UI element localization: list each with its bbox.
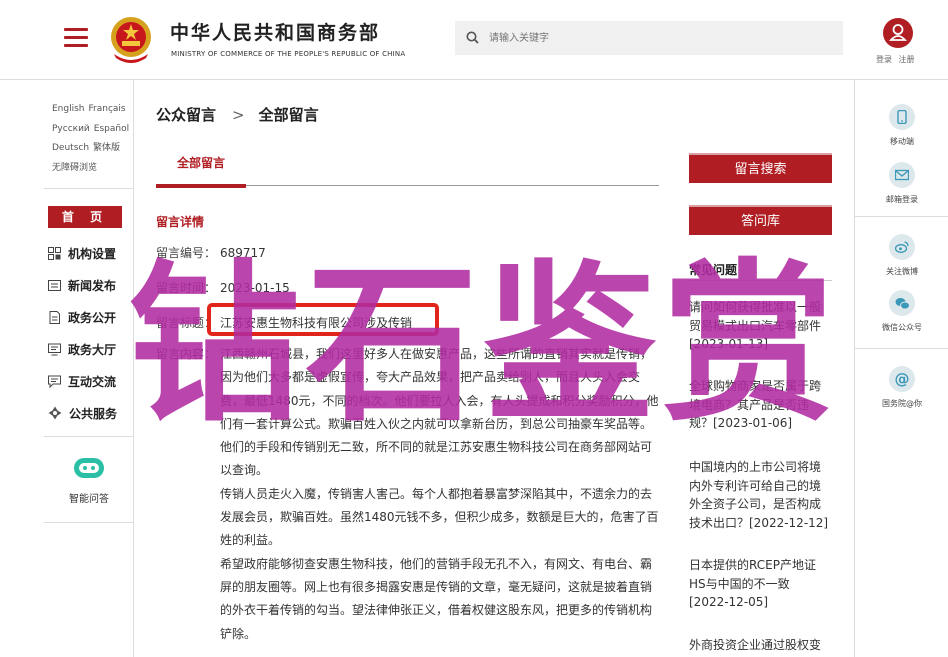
language-list: English Français Русский Español Deutsch 繁体… (52, 100, 134, 178)
site-header: 中华人民共和国商务部 MINISTRY OF COMMERCE OF THE P… (0, 0, 948, 80)
sidebar-item-label: 互动交流 (68, 374, 117, 389)
field-value: 689717 (220, 246, 266, 260)
faq-item[interactable]: 请问如何获得批准以一般贸易模式出口汽车零部件 [2023-01-13] (689, 298, 829, 354)
faq-library-button[interactable]: 答问库 (689, 205, 832, 235)
field-label: 留言标题： (156, 316, 217, 330)
rail-label: 微信公众号 (882, 323, 922, 332)
tab-all-messages[interactable]: 全部留言 (156, 150, 246, 188)
faq-item[interactable]: 外商投资企业通过股权变 (689, 636, 829, 655)
chat-icon (48, 375, 61, 388)
tab-bar: 全部留言 (156, 150, 659, 188)
sidebar-item-service[interactable]: 公共服务 (48, 397, 134, 429)
mail-icon (889, 162, 915, 188)
monitor-icon (48, 343, 61, 355)
mobile-icon (889, 104, 915, 130)
sidebar-item-hall[interactable]: 政务大厅 (48, 333, 134, 365)
home-button[interactable]: 首 页 (48, 206, 122, 228)
sidebar-item-label: 政务大厅 (68, 342, 117, 357)
login-link[interactable]: 登录 (876, 55, 892, 64)
lang-english[interactable]: English (52, 100, 85, 120)
register-link[interactable]: 注册 (899, 55, 915, 64)
sidebar-item-label: 政务公开 (68, 310, 117, 325)
sidebar-nav: 机构设置 新闻发布 政务公开 政务大厅 互动交流 公共服务 (48, 237, 134, 429)
accessibility-link[interactable]: 无障碍浏览 (52, 159, 97, 179)
sidebar-item-news[interactable]: 新闻发布 (48, 269, 134, 301)
search-icon[interactable] (466, 31, 479, 44)
rail-ask[interactable]: @ 国务院@你 (855, 366, 948, 409)
assistant-label[interactable]: 智能问答 (44, 490, 134, 505)
rail-label: 移动端 (890, 137, 914, 146)
search-input[interactable] (489, 21, 829, 55)
sidebar-item-label: 新闻发布 (68, 278, 117, 293)
field-value: 2023-01-15 (220, 281, 290, 295)
user-icon[interactable] (883, 18, 913, 48)
divider (855, 216, 948, 217)
breadcrumb-current[interactable]: 全部留言 (259, 106, 319, 124)
sidebar-item-public[interactable]: 政务公开 (48, 301, 134, 333)
message-content: 江西赣州石城县，我们这里好多人在做安惠产品，这些所谓的直销其实就是传销，因为他们… (220, 343, 660, 646)
field-label: 留言编号： (156, 246, 217, 260)
lang-spanish[interactable]: Español (94, 120, 129, 140)
lang-russian[interactable]: Русский (52, 120, 90, 140)
faq-item[interactable]: 全球购物商家是否属于跨境电商？其产品是否违规？[2023-01-06] (689, 377, 829, 433)
sidebar-item-label: 机构设置 (68, 246, 117, 261)
document-icon (49, 310, 60, 324)
rail-label: 关注微博 (886, 267, 918, 276)
divider (44, 188, 134, 189)
site-subtitle: MINISTRY OF COMMERCE OF THE PEOPLE'S REP… (171, 50, 406, 58)
lang-traditional[interactable]: 繁体版 (93, 139, 120, 159)
faq-item[interactable]: 日本提供的RCEP产地证HS与中国的不一致[2022-12-05] (689, 556, 829, 612)
robot-assistant-icon[interactable] (72, 455, 106, 481)
menu-icon[interactable] (64, 28, 88, 48)
sidebar-item-org[interactable]: 机构设置 (48, 237, 134, 269)
rail-label: 国务院@你 (882, 399, 922, 408)
service-icon (48, 406, 62, 420)
right-rail: 移动端 邮箱登录 关注微博 微信公众号 @ 国务院@你 (854, 80, 948, 657)
content-paragraph: 江西赣州石城县，我们这里好多人在做安惠产品，这些所谓的直销其实就是传销，因为他们… (220, 347, 659, 478)
message-topic-field: 留言标题： 江苏安惠生物科技有限公司涉及传销 (156, 314, 412, 331)
sidebar-item-label: 公共服务 (69, 406, 118, 421)
sidebar-item-interact[interactable]: 互动交流 (48, 365, 134, 397)
message-time-field: 留言时间： 2023-01-15 (156, 279, 290, 296)
field-label: 留言时间： (156, 281, 217, 295)
message-number-field: 留言编号： 689717 (156, 244, 266, 261)
lang-french[interactable]: Français (89, 100, 126, 120)
search-box[interactable] (455, 21, 843, 55)
org-grid-icon (48, 246, 61, 260)
rail-mail[interactable]: 邮箱登录 (855, 162, 948, 205)
weibo-icon (889, 234, 915, 260)
left-sidebar: English Français Русский Español Deutsch 繁体… (44, 80, 134, 657)
divider (855, 348, 948, 349)
message-search-button[interactable]: 留言搜索 (689, 153, 832, 183)
faq-item[interactable]: 中国境内的上市公司将境内外专利许可给自己的境外全资子公司，是否构成技术出口？[2… (689, 458, 829, 532)
site-name[interactable]: 中华人民共和国商务部 (170, 18, 380, 45)
rail-weibo[interactable]: 关注微博 (855, 234, 948, 277)
rail-label: 邮箱登录 (886, 195, 918, 204)
divider (44, 522, 134, 523)
rail-mobile[interactable]: 移动端 (855, 104, 948, 147)
wechat-icon (889, 290, 915, 316)
content-label: 留言内容： (156, 347, 217, 361)
content-paragraph: 传销人员走火入魔，传销害人害己。每个人都抱着暴富梦深陷其中，不遗余力的去发展会员… (220, 486, 659, 548)
news-icon (48, 279, 61, 291)
at-sign-icon: @ (889, 366, 915, 392)
content-paragraph: 希望政府能够彻查安惠生物科技，他们的营销手段无孔不入，有网文、有电台、霸屏的朋友… (220, 556, 653, 641)
section-title: 留言详情 (156, 215, 205, 229)
divider (689, 280, 832, 281)
chevron-right-icon: > (232, 106, 245, 124)
breadcrumb: 公众留言 > 全部留言 (156, 104, 319, 125)
national-emblem-icon[interactable] (108, 14, 154, 64)
faq-title: 常见问题 (689, 263, 738, 277)
breadcrumb-root[interactable]: 公众留言 (156, 106, 216, 124)
rail-wechat[interactable]: 微信公众号 (855, 290, 948, 333)
divider (44, 436, 134, 437)
lang-german[interactable]: Deutsch (52, 139, 89, 159)
field-value: 江苏安惠生物科技有限公司涉及传销 (220, 316, 413, 330)
